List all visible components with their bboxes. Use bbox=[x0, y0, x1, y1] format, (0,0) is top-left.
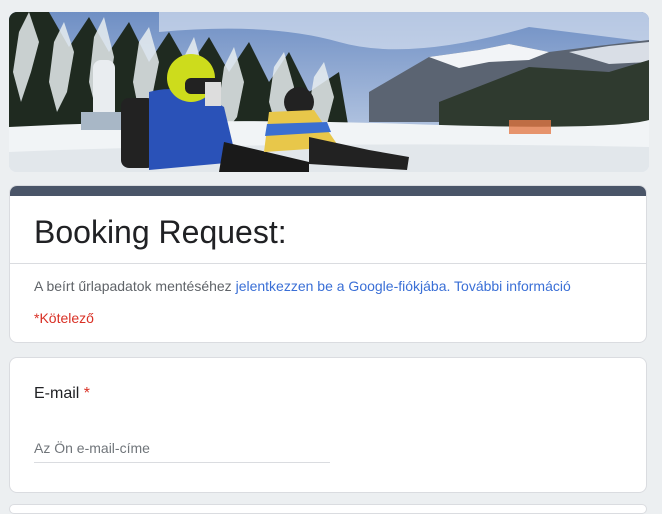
question-card-email: E-mail * bbox=[9, 357, 647, 493]
required-note: *Kötelező bbox=[34, 310, 94, 326]
form-title: Booking Request: bbox=[34, 214, 287, 250]
signin-prefix-text: A beírt űrlapadatok mentéséhez bbox=[34, 278, 236, 294]
accent-bar bbox=[10, 186, 646, 196]
question-label-text: E-mail bbox=[34, 385, 80, 402]
signin-notice: A beírt űrlapadatok mentéséhez jelentkez… bbox=[10, 264, 646, 296]
required-marker: * bbox=[83, 385, 91, 402]
next-card-edge bbox=[9, 504, 647, 514]
more-info-link[interactable]: További információ bbox=[454, 278, 571, 294]
email-field[interactable] bbox=[34, 434, 330, 463]
form-header-card: Booking Request: A beírt űrlapadatok men… bbox=[9, 185, 647, 343]
question-label: E-mail * bbox=[34, 384, 90, 404]
header-image bbox=[9, 12, 649, 172]
signin-link[interactable]: jelentkezzen be a Google-fiókjába. bbox=[236, 278, 451, 294]
